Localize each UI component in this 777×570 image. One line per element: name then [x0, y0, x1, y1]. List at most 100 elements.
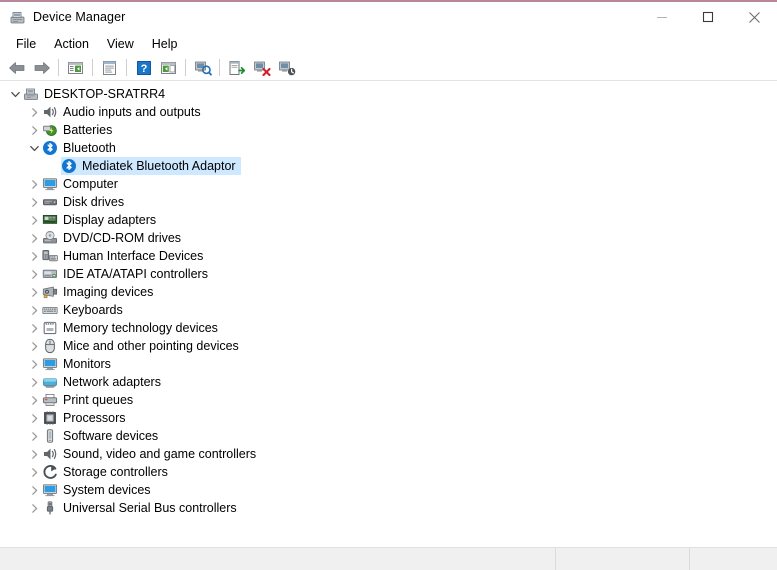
tree-item-storage-controllers[interactable]: Storage controllers	[0, 463, 777, 481]
tree-item-human-interface-devices[interactable]: Human Interface Devices	[0, 247, 777, 265]
chevron-right-icon[interactable]	[26, 175, 42, 193]
tree-item-content[interactable]: Imaging devices	[42, 283, 158, 301]
uninstall-device-icon[interactable]	[275, 57, 298, 79]
tree-item-bluetooth[interactable]: Bluetooth	[0, 139, 777, 157]
tree-item-content[interactable]: Network adapters	[42, 373, 166, 391]
tree-item-display-adapters[interactable]: Display adapters	[0, 211, 777, 229]
chevron-right-icon[interactable]	[26, 211, 42, 229]
forward-arrow-icon[interactable]	[30, 57, 53, 79]
chevron-right-icon[interactable]	[26, 355, 42, 373]
tree-item-content[interactable]: Audio inputs and outputs	[42, 103, 206, 121]
show-hide-console-tree-icon[interactable]	[64, 57, 87, 79]
tree-item-universal-serial-bus-controllers[interactable]: Universal Serial Bus controllers	[0, 499, 777, 517]
tree-item-imaging-devices[interactable]: Imaging devices	[0, 283, 777, 301]
tree-item-mice-and-other-pointing-devices[interactable]: Mice and other pointing devices	[0, 337, 777, 355]
back-arrow-icon[interactable]	[5, 57, 28, 79]
tree-item-content[interactable]: System devices	[42, 481, 156, 499]
tree-item-content[interactable]: Mediatek Bluetooth Adaptor	[61, 157, 241, 175]
tree-item-content[interactable]: Computer	[42, 175, 123, 193]
chevron-right-icon[interactable]	[26, 427, 42, 445]
tree-item-network-adapters[interactable]: Network adapters	[0, 373, 777, 391]
window-title: Device Manager	[33, 10, 126, 24]
chevron-right-icon[interactable]	[26, 103, 42, 121]
tree-item-content[interactable]: Human Interface Devices	[42, 247, 208, 265]
chevron-right-icon[interactable]	[26, 445, 42, 463]
tree-item-content[interactable]: Print queues	[42, 391, 138, 409]
tree-item-audio-inputs-and-outputs[interactable]: Audio inputs and outputs	[0, 103, 777, 121]
tree-item-content[interactable]: Software devices	[42, 427, 163, 445]
tree-item-system-devices[interactable]: System devices	[0, 481, 777, 499]
tree-item-label: Bluetooth	[63, 141, 116, 155]
show-hide-action-pane-icon[interactable]	[157, 57, 180, 79]
tree-item-content[interactable]: IDE ATA/ATAPI controllers	[42, 265, 213, 283]
chevron-down-icon[interactable]	[7, 85, 23, 103]
scan-for-hardware-changes-icon[interactable]	[191, 57, 214, 79]
help-icon[interactable]: ?	[132, 57, 155, 79]
tree-item-content[interactable]: Batteries	[42, 121, 117, 139]
mouse-icon	[42, 338, 58, 354]
chevron-right-icon[interactable]	[26, 337, 42, 355]
tree-item-disk-drives[interactable]: Disk drives	[0, 193, 777, 211]
tree-item-content[interactable]: Display adapters	[42, 211, 161, 229]
tree-item-content[interactable]: Universal Serial Bus controllers	[42, 499, 242, 517]
tree-item-content[interactable]: DESKTOP-SRATRR4	[23, 85, 170, 103]
tree-item-monitors[interactable]: Monitors	[0, 355, 777, 373]
tree-item-dvd-cd-rom-drives[interactable]: DVD/CD-ROM drives	[0, 229, 777, 247]
monitor-icon	[42, 482, 58, 498]
tree-item-label: Mice and other pointing devices	[63, 339, 239, 353]
tree-item-keyboards[interactable]: Keyboards	[0, 301, 777, 319]
close-button[interactable]	[731, 2, 777, 32]
tree-item-content[interactable]: Sound, video and game controllers	[42, 445, 261, 463]
tree-item-content[interactable]: Bluetooth	[42, 139, 121, 157]
chevron-right-icon[interactable]	[26, 247, 42, 265]
chevron-right-icon[interactable]	[26, 463, 42, 481]
chevron-right-icon[interactable]	[26, 499, 42, 517]
menu-file[interactable]: File	[7, 34, 45, 54]
tree-item-mediatek-bluetooth-adaptor[interactable]: Mediatek Bluetooth Adaptor	[0, 157, 777, 175]
tree-item-computer[interactable]: Computer	[0, 175, 777, 193]
tree-item-content[interactable]: DVD/CD-ROM drives	[42, 229, 186, 247]
chevron-right-icon[interactable]	[26, 121, 42, 139]
tree-item-processors[interactable]: Processors	[0, 409, 777, 427]
tree-item-label: Memory technology devices	[63, 321, 218, 335]
chevron-right-icon[interactable]	[26, 193, 42, 211]
tree-item-content[interactable]: Monitors	[42, 355, 116, 373]
battery-icon	[42, 122, 58, 138]
tree-item-content[interactable]: Storage controllers	[42, 463, 173, 481]
tree-item-print-queues[interactable]: Print queues	[0, 391, 777, 409]
menu-help[interactable]: Help	[143, 34, 187, 54]
tree-item-software-devices[interactable]: Software devices	[0, 427, 777, 445]
properties-icon[interactable]	[98, 57, 121, 79]
minimize-button[interactable]	[639, 2, 685, 32]
tree-item-content[interactable]: Mice and other pointing devices	[42, 337, 244, 355]
tree-item-content[interactable]: Processors	[42, 409, 131, 427]
chevron-right-icon[interactable]	[26, 229, 42, 247]
update-driver-icon[interactable]	[225, 57, 248, 79]
chevron-right-icon[interactable]	[26, 319, 42, 337]
menu-view[interactable]: View	[98, 34, 143, 54]
menu-bar: File Action View Help	[0, 32, 777, 55]
menu-action[interactable]: Action	[45, 34, 98, 54]
tree-item-content[interactable]: Memory technology devices	[42, 319, 223, 337]
chevron-right-icon[interactable]	[26, 409, 42, 427]
maximize-button[interactable]	[685, 2, 731, 32]
device-tree[interactable]: DESKTOP-SRATRR4 Audio inputs and outputs B…	[0, 81, 777, 547]
chevron-right-icon[interactable]	[26, 301, 42, 319]
chevron-right-icon[interactable]	[26, 481, 42, 499]
chevron-right-icon[interactable]	[26, 265, 42, 283]
printer-icon	[42, 392, 58, 408]
tree-item-ide-ata-atapi-controllers[interactable]: IDE ATA/ATAPI controllers	[0, 265, 777, 283]
tree-item-memory-technology-devices[interactable]: Memory technology devices	[0, 319, 777, 337]
disable-device-icon[interactable]	[250, 57, 273, 79]
chevron-right-icon[interactable]	[26, 391, 42, 409]
chevron-right-icon[interactable]	[26, 373, 42, 391]
tree-item-content[interactable]: Keyboards	[42, 301, 128, 319]
chevron-right-icon[interactable]	[26, 283, 42, 301]
tree-item-desktop-sratrr4[interactable]: DESKTOP-SRATRR4	[0, 85, 777, 103]
tree-item-sound-video-and-game-controllers[interactable]: Sound, video and game controllers	[0, 445, 777, 463]
bluetooth-icon	[42, 140, 58, 156]
tree-item-content[interactable]: Disk drives	[42, 193, 129, 211]
tree-item-batteries[interactable]: Batteries	[0, 121, 777, 139]
chevron-down-icon[interactable]	[26, 139, 42, 157]
